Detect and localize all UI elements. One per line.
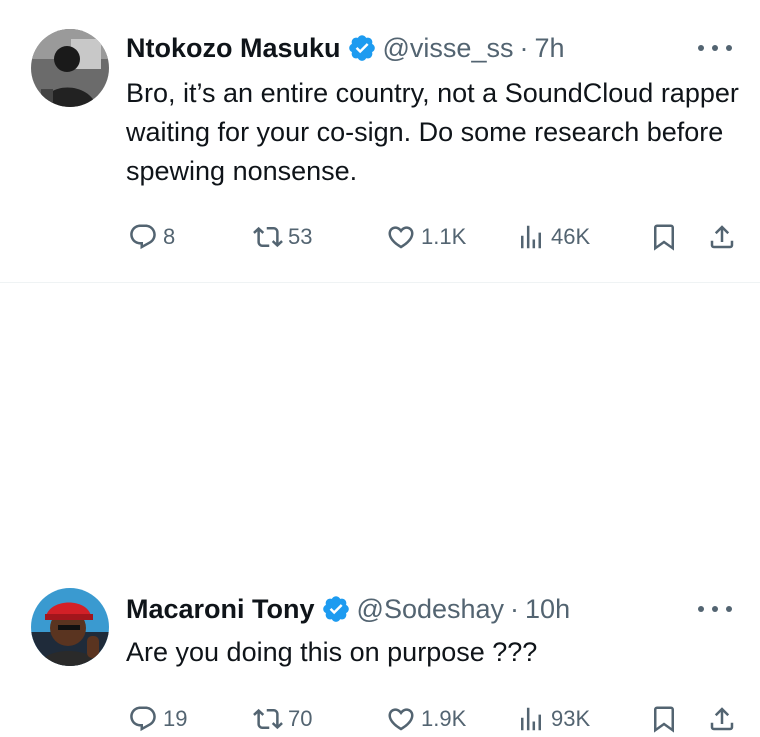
tweet-header: Ntokozo Masuku @visse_ss · 7h [126,31,565,65]
retweet-icon [253,226,283,248]
reply-icon [130,706,156,732]
share-icon [710,225,734,249]
avatar[interactable] [31,29,109,107]
tweet-header: Macaroni Tony @Sodeshay · 10h [126,592,570,626]
separator: · [519,32,529,63]
action-bar: 8 53 1.1K 46K [126,219,738,255]
bookmark-icon [654,706,674,733]
separator: · [510,593,520,624]
bookmark-button[interactable] [649,219,679,255]
like-count: 1.1K [421,224,467,249]
tweet[interactable]: Macaroni Tony @Sodeshay · 10h Are you do… [0,283,760,733]
tweet-text: Are you doing this on purpose ??? [126,637,538,667]
action-bar: 19 70 1.9K 93K [126,701,738,737]
like-count: 1.9K [421,706,467,731]
reply-count: 19 [163,706,188,731]
views-icon [521,707,541,731]
verified-badge-icon[interactable] [321,594,351,624]
like-icon [388,708,414,731]
timestamp[interactable]: 10h [525,594,570,625]
views-count: 46K [551,224,591,249]
views-count: 93K [551,706,591,731]
handle[interactable]: @Sodeshay [357,594,505,625]
more-icon[interactable] [698,597,732,621]
tweet[interactable]: Ntokozo Masuku @visse_ss · 7h Bro, it’s … [0,0,760,283]
like-icon [388,226,414,249]
reply-button[interactable]: 19 [128,701,187,737]
retweet-count: 70 [288,706,313,731]
like-button[interactable]: 1.9K [386,701,466,737]
more-icon[interactable] [698,36,732,60]
verified-badge-icon[interactable] [347,33,377,63]
retweet-icon [253,708,283,730]
tweet-text: Bro, it’s an entire country, not a Sound… [126,78,739,186]
display-name[interactable]: Macaroni Tony [126,594,315,625]
share-icon [710,707,734,731]
like-button[interactable]: 1.1K [386,219,466,255]
bookmark-icon [654,224,674,251]
views-button[interactable]: 46K [516,219,590,255]
avatar[interactable] [31,588,109,666]
views-button[interactable]: 93K [516,701,590,737]
reply-count: 8 [163,224,176,249]
views-icon [521,225,541,249]
handle[interactable]: @visse_ss [383,33,514,64]
retweet-button[interactable]: 70 [253,701,312,737]
reply-icon [130,224,156,250]
retweet-button[interactable]: 53 [253,219,312,255]
share-button[interactable] [707,219,737,255]
display-name[interactable]: Ntokozo Masuku [126,33,341,64]
reply-button[interactable]: 8 [128,219,175,255]
share-button[interactable] [707,701,737,737]
timestamp[interactable]: 7h [534,33,564,64]
bookmark-button[interactable] [649,701,679,737]
retweet-count: 53 [288,224,313,249]
